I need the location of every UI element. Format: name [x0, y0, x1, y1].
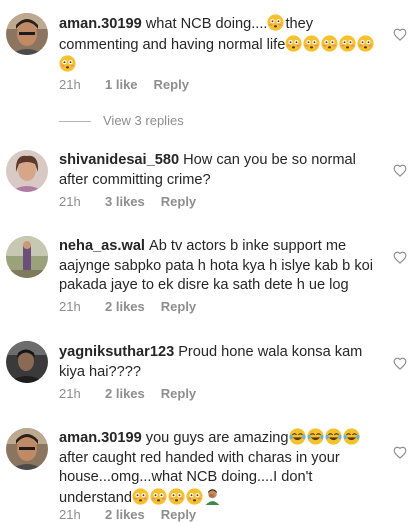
comment-meta: 21h 2 likes Reply [59, 507, 196, 522]
username[interactable]: shivanidesai_580 [59, 152, 179, 168]
timestamp: 21h [59, 386, 81, 401]
avatar[interactable] [6, 13, 48, 55]
timestamp: 21h [59, 77, 81, 92]
reply-button[interactable]: Reply [154, 77, 189, 92]
flushed-face-emoji [267, 14, 285, 32]
view-replies-button[interactable]: View 3 replies [59, 113, 184, 128]
man-facepalming-emoji [204, 488, 222, 506]
tears-of-joy-emoji [306, 428, 324, 445]
timestamp: 21h [59, 299, 81, 314]
comment-body: what NCB doing.... [145, 16, 268, 32]
flushed-face-emoji [303, 34, 320, 52]
flushed-face-emoji [321, 34, 338, 52]
timestamp: 21h [59, 194, 81, 209]
comment-text: shivanidesai_580 How can you be so normal… [59, 151, 384, 190]
comment-meta: 21h 2 likes Reply [59, 299, 196, 314]
reply-button[interactable]: Reply [161, 299, 196, 314]
flushed-face-emoji [357, 34, 374, 52]
man-facepalming-emoji [205, 488, 220, 505]
flushed-face-emoji [339, 34, 356, 52]
tears-of-joy-emoji [288, 428, 361, 446]
heart-icon[interactable] [393, 28, 407, 41]
heart-icon[interactable] [393, 251, 407, 264]
comment-text: neha_as.wal Ab tv actors b inke support m… [59, 237, 384, 296]
flushed-face-emoji [168, 487, 185, 505]
comment-text: aman.30199 you guys are amazingafter caug… [59, 428, 384, 508]
username[interactable]: aman.30199 [59, 430, 142, 446]
comment-body: you guys are amazing [145, 430, 289, 446]
flushed-face-emoji [267, 14, 285, 31]
reply-button[interactable]: Reply [161, 507, 196, 522]
flushed-face-emoji [285, 34, 302, 52]
username[interactable]: neha_as.wal [59, 238, 145, 254]
flushed-face-emoji [59, 55, 76, 72]
avatar[interactable] [6, 236, 48, 278]
comment-text: yagniksuthar123 Proud hone wala konsa kam… [59, 343, 384, 382]
username[interactable]: aman.30199 [59, 16, 142, 32]
heart-icon[interactable] [393, 446, 407, 459]
comment-text: aman.30199 what NCB doing.... they comment… [59, 14, 384, 76]
tears-of-joy-emoji [288, 428, 306, 445]
likes-count[interactable]: 3 likes [105, 194, 145, 209]
likes-count[interactable]: 2 likes [105, 507, 145, 522]
reply-button[interactable]: Reply [161, 194, 196, 209]
username[interactable]: yagniksuthar123 [59, 344, 174, 360]
likes-count[interactable]: 2 likes [105, 299, 145, 314]
comment-meta: 21h 2 likes Reply [59, 386, 196, 401]
heart-icon[interactable] [393, 357, 407, 370]
avatar[interactable] [6, 341, 48, 383]
reply-button[interactable]: Reply [161, 386, 196, 401]
comment-meta: 21h 1 like Reply [59, 77, 189, 92]
avatar[interactable] [6, 150, 48, 192]
flushed-face-emoji [132, 487, 204, 506]
flushed-face-emoji [186, 487, 203, 505]
avatar[interactable] [6, 428, 48, 470]
flushed-face-emoji [150, 487, 167, 505]
likes-count[interactable]: 1 like [105, 77, 138, 92]
comment-meta: 21h 3 likes Reply [59, 194, 196, 209]
replies-divider [59, 121, 91, 123]
tears-of-joy-emoji [324, 428, 342, 445]
flushed-face-emoji [132, 487, 149, 505]
view-replies-label: View 3 replies [103, 113, 184, 128]
tears-of-joy-emoji [342, 428, 360, 445]
timestamp: 21h [59, 507, 81, 522]
likes-count[interactable]: 2 likes [105, 386, 145, 401]
heart-icon[interactable] [393, 164, 407, 177]
